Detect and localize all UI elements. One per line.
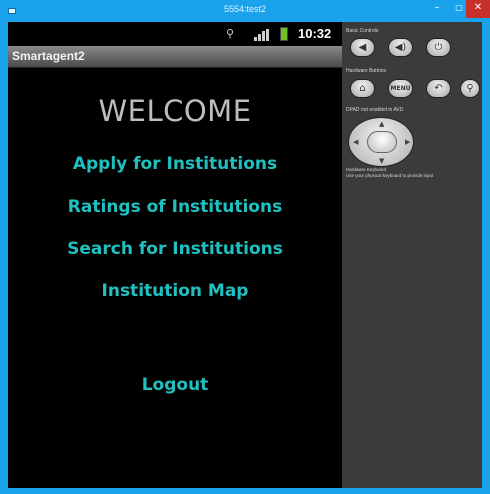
phone-screen: ⚲ 10:32 Smartagent2 WELCOME Apply for In…	[8, 22, 342, 488]
home-icon[interactable]: ⌂	[350, 79, 375, 98]
close-button[interactable]: ✕	[466, 0, 490, 18]
status-time: 10:32	[298, 26, 332, 41]
back-icon[interactable]: ↶	[426, 79, 451, 98]
logout-link[interactable]: Logout	[8, 375, 342, 395]
dpad-left-icon[interactable]: ◀	[353, 138, 358, 146]
dpad-center-button[interactable]	[367, 131, 397, 153]
search-institutions-link[interactable]: Search for Institutions	[8, 239, 342, 259]
welcome-heading: WELCOME	[98, 94, 252, 128]
window-titlebar[interactable]: 5554:test2 – □ ✕	[0, 0, 490, 22]
dpad-right-icon[interactable]: ▶	[405, 138, 410, 146]
emulator-control-panel: Basic Controls ◀ ◀) ⏻ Hardware Buttons ⌂…	[342, 22, 482, 488]
battery-icon	[280, 27, 288, 41]
window-frame-left	[0, 22, 8, 494]
dpad-label: DPAD not enabled in AVD	[346, 107, 404, 113]
window-frame-bottom	[0, 488, 490, 494]
dpad-up-icon[interactable]: ▲	[379, 120, 384, 128]
window-title: 5554:test2	[223, 4, 267, 14]
power-icon[interactable]: ⏻	[426, 38, 451, 57]
minimize-button[interactable]: –	[426, 0, 448, 18]
dpad-down-icon[interactable]: ▼	[379, 157, 384, 165]
keyboard-label: Hardware Keyboard	[346, 167, 387, 172]
volume-down-icon[interactable]: ◀	[350, 38, 375, 57]
emulator-window: 5554:test2 – □ ✕ ⚲ 10:32 Smartagent2 WEL…	[0, 0, 490, 494]
dpad-control[interactable]: ▲ ▼ ◀ ▶	[348, 117, 414, 167]
signal-icon	[254, 29, 270, 41]
search-icon[interactable]: ⚲	[460, 79, 480, 98]
institution-map-link[interactable]: Institution Map	[8, 281, 342, 301]
keyboard-hint: Use your physical keyboard to provide in…	[346, 173, 434, 178]
window-frame-right	[482, 22, 490, 494]
status-bar: ⚲ 10:32	[8, 22, 342, 46]
ratings-institutions-link[interactable]: Ratings of Institutions	[8, 197, 342, 217]
app-title: Smartagent2	[12, 49, 85, 63]
hardware-buttons-label: Hardware Buttons	[346, 68, 387, 74]
basic-controls-label: Basic Controls	[346, 28, 379, 34]
menu-button[interactable]: MENU	[388, 79, 413, 98]
usb-icon: ⚲	[226, 27, 235, 40]
app-title-bar: Smartagent2	[8, 46, 342, 68]
apply-institutions-link[interactable]: Apply for Institutions	[8, 154, 342, 174]
volume-up-icon[interactable]: ◀)	[388, 38, 413, 57]
